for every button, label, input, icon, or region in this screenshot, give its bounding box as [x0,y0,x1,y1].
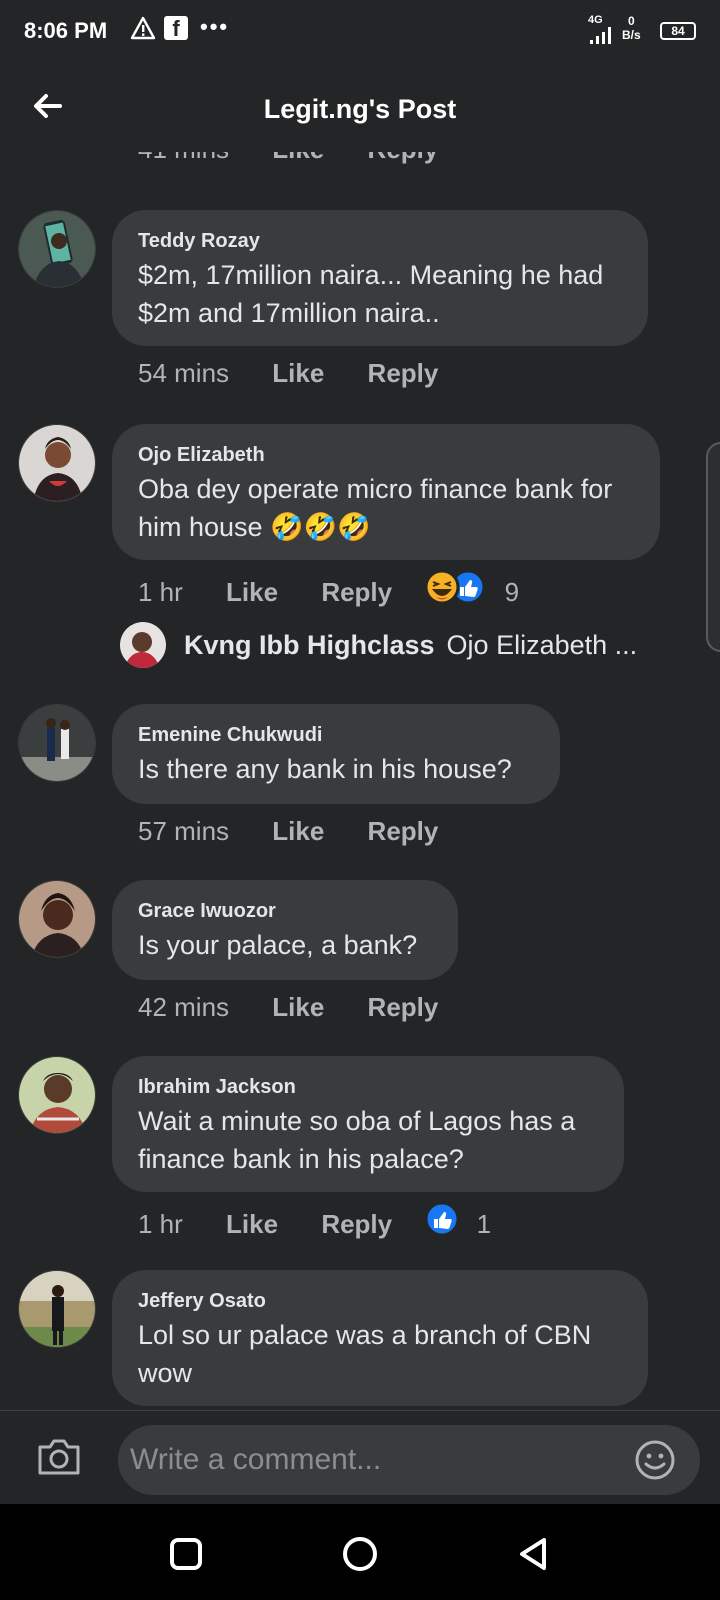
emoji-icon[interactable] [634,1439,676,1481]
comment-author[interactable]: Ibrahim Jackson [138,1074,598,1100]
reply-preview[interactable]: Kvng Ibb Highclass Ojo Elizabeth ... [120,622,700,672]
avatar[interactable] [18,704,96,782]
facebook-icon: f [164,16,188,41]
reaction-summary[interactable] [423,1200,461,1245]
comment-text: Is there any bank in his house? [138,754,512,784]
more-dots-icon: ••• [200,14,230,39]
like-button[interactable]: Like [226,577,278,608]
avatar[interactable] [18,424,96,502]
nav-home-icon[interactable] [340,1534,380,1574]
comment-text: $2m, 17million naira... Meaning he had $… [138,260,604,328]
comments-feed[interactable]: 41 mins Like Reply Teddy Rozay $2m, 17mi… [0,152,720,1410]
reaction-count: 1 [476,1209,492,1240]
post-header: Legit.ng's Post [0,64,720,152]
comment-meta: 57 mins Like Reply [138,816,438,847]
data-speed: 0 B/s [622,14,641,42]
comment-bubble[interactable]: Ibrahim Jackson Wait a minute so oba of … [112,1056,624,1192]
comment-input[interactable] [118,1425,700,1495]
comment-time: 1 hr [138,577,183,608]
reaction-summary[interactable] [423,568,489,613]
comment-time: 57 mins [138,816,230,846]
comment-time: 42 mins [138,992,230,1022]
comment-meta: 54 mins Like Reply [138,358,438,389]
page-title: Legit.ng's Post [263,94,457,124]
reply-preview-text: Kvng Ibb Highclass Ojo Elizabeth ... [184,630,637,661]
like-button[interactable]: Like [272,152,324,164]
camera-icon[interactable] [36,1435,82,1477]
avatar[interactable] [18,1270,96,1348]
avatar[interactable] [120,622,166,668]
comment-author[interactable]: Emenine Chukwudi [138,722,534,748]
network-type: 4G [588,14,603,26]
comment-text: Lol so ur palace was a branch of CBN wow [138,1320,592,1388]
fast-scroll-handle[interactable] [706,442,720,652]
comment-author[interactable]: Teddy Rozay [138,228,622,254]
reply-button[interactable]: Reply [368,358,439,389]
comment-bubble[interactable]: Emenine Chukwudi Is there any bank in hi… [112,704,560,804]
reply-author[interactable]: Kvng Ibb Highclass [184,630,435,660]
comment-bubble[interactable]: Grace Iwuozor Is your palace, a bank? [112,880,458,980]
comment-text: Is your palace, a bank? [138,930,418,960]
comment-bubble[interactable]: Teddy Rozay $2m, 17million naira... Mean… [112,210,648,346]
reply-button[interactable]: Reply [368,816,439,847]
comment-meta: 1 hr Like Reply 9 [138,569,520,617]
comment-text: Oba dey operate micro finance bank for h… [138,474,613,542]
comment-bubble[interactable]: Ojo Elizabeth Oba dey operate micro fina… [112,424,660,560]
avatar[interactable] [18,880,96,958]
status-bar: 8:06 PM f ••• 4G 0 B/s 84 [0,0,720,64]
comment-time: 54 mins [138,358,230,388]
nav-square-icon[interactable] [166,1534,206,1574]
previous-comment-meta: 41 mins Like Reply [138,152,474,165]
like-button[interactable]: Like [226,1209,278,1240]
reply-button[interactable]: Reply [321,1209,392,1240]
reply-button[interactable]: Reply [321,577,392,608]
warning-icon [130,16,156,40]
status-time: 8:06 PM [24,18,108,43]
comment-text: Wait a minute so oba of Lagos has a fina… [138,1106,576,1174]
avatar[interactable] [18,1056,96,1134]
like-button[interactable]: Like [272,358,324,389]
comment-author[interactable]: Jeffery Osato [138,1288,622,1314]
comment-bubble[interactable]: Jeffery Osato Lol so ur palace was a bra… [112,1270,648,1406]
reply-snippet: Ojo Elizabeth ... [446,630,638,660]
comment-meta: 1 hr Like Reply 1 [138,1201,492,1249]
reaction-count: 9 [504,577,520,608]
reply-button[interactable]: Reply [368,152,439,164]
comment-time: 41 mins [138,152,229,164]
nav-back-icon[interactable] [514,1534,554,1574]
system-nav-bar [0,1504,720,1600]
comment-author[interactable]: Ojo Elizabeth [138,442,634,468]
comment-time: 1 hr [138,1209,183,1240]
reply-button[interactable]: Reply [368,992,439,1023]
comment-composer [0,1410,720,1504]
avatar[interactable] [18,210,96,288]
like-button[interactable]: Like [272,816,324,847]
comment-author[interactable]: Grace Iwuozor [138,898,432,924]
like-button[interactable]: Like [272,992,324,1023]
comment-meta: 42 mins Like Reply [138,992,438,1023]
battery-icon: 84 [660,22,696,40]
signal-icon [590,27,611,44]
